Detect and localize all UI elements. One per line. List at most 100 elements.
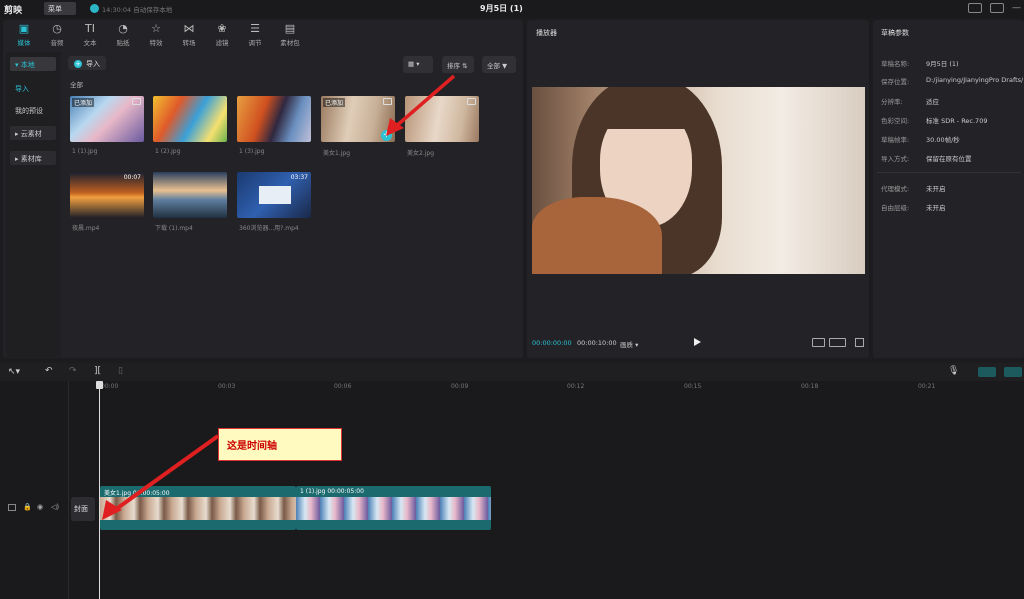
save-status: 14:30:04 自动保存本地 (102, 6, 173, 14)
waveform-icon[interactable] (812, 338, 825, 347)
tab-sticker[interactable]: ◔ 贴纸 (106, 22, 140, 48)
redo-icon[interactable]: ↷ (69, 366, 77, 376)
tab-package[interactable]: ▤ 素材包 (273, 22, 307, 48)
ratio-icon[interactable] (829, 338, 846, 347)
track-type-icon[interactable] (8, 504, 16, 511)
sidebar-item-import[interactable]: 导入 (10, 81, 56, 95)
tab-audio[interactable]: ◷ 音频 (40, 22, 74, 48)
media-name: 360浏览器...用?.mp4 (239, 225, 299, 232)
corner-icon (467, 98, 476, 105)
tab-transition[interactable]: ⋈ 转场 (172, 22, 206, 48)
sidebar-item-cloud[interactable]: ▸ 云素材 (10, 126, 56, 140)
properties-title: 草稿参数 (881, 29, 909, 37)
effects-icon: ☆ (151, 22, 161, 35)
magnet-icon[interactable] (1004, 367, 1022, 377)
prop-label: 代理模式: (881, 185, 910, 193)
quality-select[interactable]: 画质 ▾ (620, 339, 638, 349)
media-name: 夜晨.mp4 (72, 225, 100, 232)
play-icon[interactable] (694, 338, 701, 346)
microphone-icon[interactable]: 🎙 (948, 366, 959, 376)
current-time: 00:00:00:00 (532, 339, 572, 347)
cursor-tool-icon[interactable]: ↖▾ (8, 367, 20, 377)
cover-button[interactable]: 封面 (71, 497, 95, 521)
window-preview (259, 186, 291, 204)
sort-icon: ⇅ (462, 62, 468, 70)
annotation-arrow (386, 74, 456, 136)
prop-value: D:/jianying/JianyingPro Drafts/ (926, 76, 1023, 84)
tab-effects[interactable]: ☆ 特效 (139, 22, 173, 48)
keyboard-icon[interactable] (968, 3, 982, 13)
tab-filter[interactable]: ❀ 滤镜 (205, 22, 239, 48)
media-thumb[interactable] (153, 172, 227, 218)
media-name: 1 (1).jpg (72, 148, 98, 155)
prop-value: 9月5日 (1) (926, 60, 959, 68)
track-header-divider (68, 381, 69, 599)
media-sidebar (6, 52, 61, 357)
split-icon[interactable]: ][ (94, 366, 101, 376)
fullscreen-icon[interactable] (855, 338, 864, 347)
media-thumb[interactable]: 00:07 (70, 172, 144, 218)
media-name: 美女1.jpg (323, 150, 351, 157)
tab-text[interactable]: TI 文本 (73, 22, 107, 48)
filter-icon: ❀ (217, 22, 227, 35)
prop-label: 自由层级: (881, 204, 910, 212)
plus-icon: + (74, 60, 82, 68)
media-name: 美女2.jpg (407, 150, 435, 157)
grid-icon: ▦ ▾ (408, 60, 420, 68)
prop-label: 草稿帧率: (881, 136, 910, 144)
media-name: 1 (2).jpg (155, 148, 181, 155)
app-logo: 剪映 (4, 6, 23, 16)
section-label: 全部 (70, 81, 83, 89)
prop-value: 标准 SDR - Rec.709 (926, 117, 988, 125)
playhead-handle[interactable] (96, 381, 103, 389)
sidebar-item-library[interactable]: ▸ 素材库 (10, 151, 56, 165)
time-tick: 00:09 (451, 383, 469, 390)
time-tick: 00:00 (101, 383, 119, 390)
time-tick: 00:12 (567, 383, 585, 390)
audio-mute-icon[interactable]: ◁) (51, 503, 59, 511)
tab-media[interactable]: ▣ 媒体 (7, 22, 41, 48)
annotation-callout: 这是时间轴 (218, 428, 342, 461)
tab-adjust[interactable]: ☰ 调节 (238, 22, 272, 48)
save-status-icon (90, 4, 99, 13)
time-tick: 00:21 (918, 383, 936, 390)
divider (877, 172, 1021, 173)
eye-icon[interactable]: ◉ (37, 503, 43, 511)
prop-label: 导入方式: (881, 155, 910, 163)
menu-button[interactable]: 菜单 (44, 2, 76, 15)
media-name: 下载 (1).mp4 (155, 225, 193, 232)
sidebar-item-local[interactable]: ▾ 本地 (10, 57, 56, 71)
audio-icon: ◷ (52, 22, 62, 35)
filter-button[interactable]: 全部 ▼ (482, 56, 516, 73)
lock-icon[interactable]: 🔒 (23, 503, 32, 511)
track-controls: 🔒 ◉ ◁) (4, 503, 64, 515)
transition-icon: ⋈ (183, 22, 195, 35)
sidebar-item-presets[interactable]: 我的预设 (10, 103, 56, 117)
media-thumb[interactable]: 03:37 (237, 172, 311, 218)
undo-icon[interactable]: ↶ (45, 366, 53, 376)
prop-value: 未开启 (926, 204, 946, 212)
player-title: 播放器 (536, 29, 557, 37)
delete-icon[interactable]: ▯ (118, 366, 123, 376)
prop-value: 保留在原有位置 (926, 155, 972, 163)
time-tick: 00:15 (684, 383, 702, 390)
timeline-clip[interactable]: 1 (1).jpg 00:00:05:00 (296, 486, 491, 530)
prop-value: 未开启 (926, 185, 946, 193)
link-icon[interactable] (978, 367, 996, 377)
prop-value: 适应 (926, 98, 939, 106)
layout-icon[interactable] (990, 3, 1004, 13)
media-thumb[interactable] (153, 96, 227, 142)
corner-icon (132, 98, 141, 105)
sticker-icon: ◔ (118, 22, 128, 35)
project-title: 9月5日 (1) (480, 4, 523, 13)
media-thumb[interactable]: 已添加 (70, 96, 144, 142)
media-name: 1 (3).jpg (239, 148, 265, 155)
prop-label: 草稿名称: (881, 60, 910, 68)
media-thumb[interactable] (237, 96, 311, 142)
adjust-icon: ☰ (250, 22, 260, 35)
total-time: 00:00:10:00 (577, 339, 617, 347)
prop-label: 分辨率: (881, 98, 903, 106)
import-button[interactable]: + 导入 (68, 56, 106, 70)
minimize-icon[interactable]: — (1012, 3, 1022, 13)
timeline-toolbar (0, 363, 1024, 381)
